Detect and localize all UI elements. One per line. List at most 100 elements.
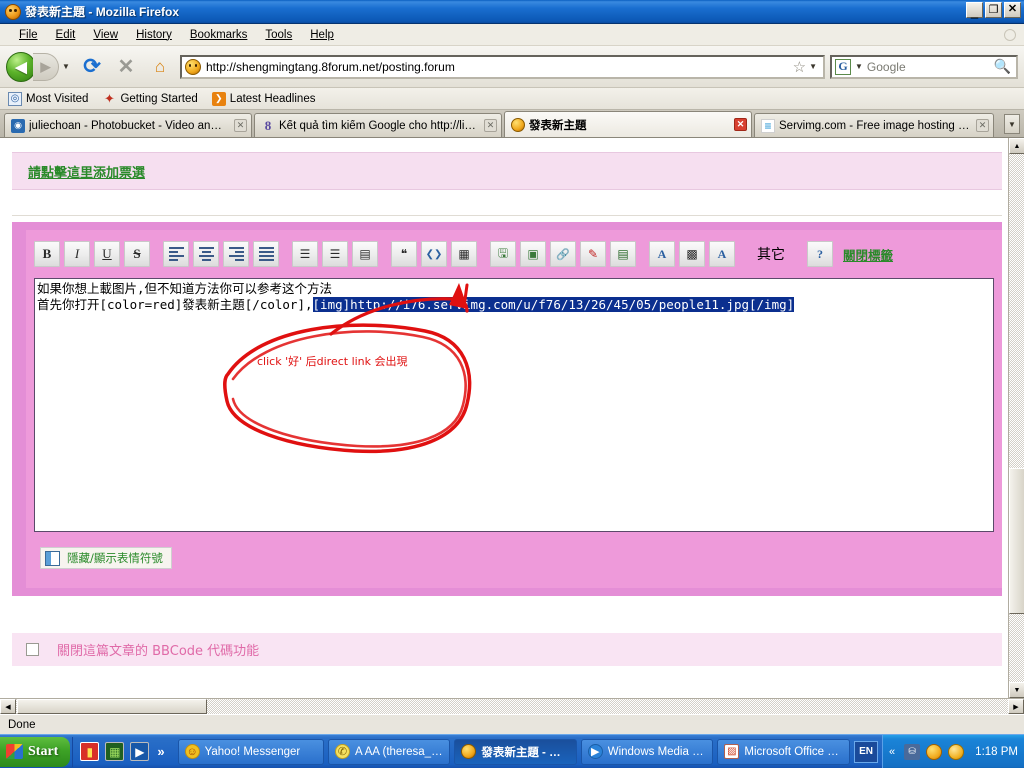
search-icon[interactable]: 🔍	[994, 58, 1013, 75]
tab-servimg[interactable]: ≡ Servimg.com - Free image hosting serv.…	[754, 113, 994, 137]
toggle-smilies-button[interactable]: 隱藏/顯示表情符號	[40, 547, 172, 569]
font-face-button[interactable]: A	[709, 241, 735, 267]
url-bar[interactable]: http://shengmingtang.8forum.net/posting.…	[180, 54, 825, 79]
quicklaunch-icon-3[interactable]: ▶	[130, 742, 150, 761]
tab-google-search[interactable]: 8 Kết quả tìm kiếm Google cho http://lib…	[254, 113, 502, 137]
quote-button[interactable]: ❝	[391, 241, 417, 267]
bold-icon: B	[42, 246, 52, 261]
stop-button[interactable]: ✕	[111, 52, 141, 82]
photobucket-icon: ◉	[11, 118, 25, 133]
disable-bbcode-label: 關閉這篇文章的 BBCode 代碼功能	[57, 644, 260, 659]
disable-bbcode-checkbox[interactable]	[26, 643, 39, 656]
insert-image-button[interactable]: 🖫	[490, 241, 516, 267]
vertical-scrollbar[interactable]: ▲ ▼	[1008, 138, 1024, 698]
task-windows-media-player[interactable]: ▶ Windows Media Player	[580, 738, 714, 765]
bookmark-most-visited[interactable]: ◎ Most Visited	[8, 91, 88, 106]
start-button[interactable]: Start	[0, 736, 71, 767]
bookmark-getting-started[interactable]: ✦ Getting Started	[102, 91, 198, 106]
scroll-left-button[interactable]: ◀	[0, 699, 16, 714]
align-right-button[interactable]	[223, 241, 249, 267]
tab-label: Kết quả tìm kiếm Google cho http://libr.…	[279, 119, 478, 132]
font-color-button[interactable]: A	[649, 241, 675, 267]
tab-close-icon[interactable]: ✕	[234, 119, 247, 132]
menu-item-file[interactable]: File	[10, 27, 47, 43]
back-button[interactable]: ◀	[6, 51, 36, 82]
network-icon[interactable]: ⛁	[904, 743, 921, 760]
history-dropdown-button[interactable]: ▼	[59, 62, 73, 71]
window-controls: _ ❐ ✕	[966, 2, 1021, 18]
add-poll-link[interactable]: 請點擊這里添加票選	[28, 162, 145, 181]
bold-button[interactable]: B	[34, 241, 60, 267]
align-center-button[interactable]	[193, 241, 219, 267]
forward-button[interactable]: ▶	[33, 52, 59, 81]
task-aim[interactable]: ✆ A AA (theresa_truc)...	[328, 738, 451, 765]
menu-item-help[interactable]: Help	[301, 27, 343, 43]
flash-button[interactable]: ✎	[580, 241, 606, 267]
vertical-scroll-thumb[interactable]	[1009, 468, 1024, 614]
menu-item-bookmarks[interactable]: Bookmarks	[181, 27, 257, 43]
home-button[interactable]: ⌂	[145, 52, 175, 82]
task-yahoo-messenger[interactable]: ☺ Yahoo! Messenger	[177, 738, 324, 765]
table-button[interactable]: ▦	[451, 241, 477, 267]
other-button[interactable]: 其它	[748, 241, 794, 267]
menu-item-tools[interactable]: Tools	[256, 27, 301, 43]
horizontal-scroll-thumb[interactable]	[17, 699, 207, 714]
code-button[interactable]: ❮❯	[421, 241, 447, 267]
tab-post-new-topic[interactable]: 發表新主題 ✕	[504, 111, 752, 137]
video-button[interactable]: ▤	[610, 241, 636, 267]
messenger-tray-icon[interactable]	[926, 743, 943, 760]
url-dropdown-icon[interactable]: ▼	[809, 62, 820, 71]
help-button[interactable]: ?	[807, 241, 833, 267]
tab-close-icon[interactable]: ✕	[484, 119, 497, 132]
search-bar[interactable]: G ▼ Google 🔍	[830, 54, 1018, 79]
tray-expand-icon[interactable]: «	[889, 746, 895, 758]
underline-button[interactable]: U	[94, 241, 120, 267]
task-firefox[interactable]: 發表新主題 - Mozi...	[454, 738, 577, 765]
close-tags-link[interactable]: 關閉標籤	[843, 245, 893, 264]
strikethrough-button[interactable]: S	[124, 241, 150, 267]
tab-close-icon[interactable]: ✕	[734, 118, 747, 131]
message-textarea[interactable]: 如果你想上載图片,但不知道方法你可以参考这个方法 首先你打开[color=red…	[34, 278, 994, 532]
minimize-button[interactable]: _	[966, 2, 983, 18]
tab-photobucket[interactable]: ◉ juliechoan - Photobucket - Video and I…	[4, 113, 252, 137]
menubar-indicator-icon	[1004, 29, 1016, 41]
search-engine-dropdown-icon[interactable]: ▼	[851, 62, 867, 71]
language-indicator[interactable]: EN	[854, 740, 879, 763]
bookmark-latest-headlines[interactable]: ❯ Latest Headlines	[211, 91, 315, 106]
scroll-down-button[interactable]: ▼	[1009, 682, 1024, 698]
color-palette-button[interactable]: ▩	[679, 241, 705, 267]
italic-button[interactable]: I	[64, 241, 90, 267]
align-left-button[interactable]	[163, 241, 189, 267]
quicklaunch-icon-2[interactable]: ▦	[105, 742, 125, 761]
bookmark-star-icon[interactable]: ☆	[790, 58, 809, 76]
menu-item-edit[interactable]: Edit	[47, 27, 85, 43]
quicklaunch-overflow-icon[interactable]: »	[157, 744, 164, 759]
clock[interactable]: 1:18 PM	[975, 746, 1018, 758]
align-justify-button[interactable]	[253, 241, 279, 267]
tab-close-icon[interactable]: ✕	[976, 119, 989, 132]
google-icon[interactable]: G	[835, 58, 851, 75]
quicklaunch-icon-1[interactable]: ▮	[80, 742, 100, 761]
close-button[interactable]: ✕	[1004, 2, 1021, 18]
search-input[interactable]: Google	[867, 60, 994, 74]
image-gallery-button[interactable]: ▣	[520, 241, 546, 267]
task-office-picture-manager[interactable]: ▨ Microsoft Office Pict...	[717, 738, 851, 765]
link-button[interactable]: 🔗	[550, 241, 576, 267]
menu-item-history[interactable]: History	[127, 27, 181, 43]
reload-button[interactable]: ⟳	[77, 52, 107, 82]
indent-button[interactable]: ▤	[352, 241, 378, 267]
security-alert-icon[interactable]	[948, 743, 965, 760]
url-input[interactable]: http://shengmingtang.8forum.net/posting.…	[206, 60, 790, 74]
firefox-icon	[5, 3, 21, 20]
bookmarks-toolbar: ◎ Most Visited ✦ Getting Started ❯ Lates…	[0, 88, 1024, 110]
scroll-up-button[interactable]: ▲	[1009, 138, 1024, 154]
menu-item-view[interactable]: View	[84, 27, 127, 43]
smiley-toggle-bar: 隱藏/顯示表情符號	[34, 536, 994, 580]
tab-list-button[interactable]: ▼	[1004, 114, 1020, 134]
scroll-right-button[interactable]: ▶	[1008, 699, 1024, 714]
numbered-list-button[interactable]: ☰	[322, 241, 348, 267]
maximize-button[interactable]: ❐	[985, 2, 1002, 18]
bullet-list-button[interactable]: ☰	[292, 241, 318, 267]
horizontal-scrollbar[interactable]: ◀ ▶	[0, 698, 1024, 714]
forum-page: 請點擊這里添加票選 B I U S ☰ ☰ ▤ ❝ ❮❯ ▦ 🖫 ▣ 🔗 ✎ ▤…	[0, 138, 1008, 698]
